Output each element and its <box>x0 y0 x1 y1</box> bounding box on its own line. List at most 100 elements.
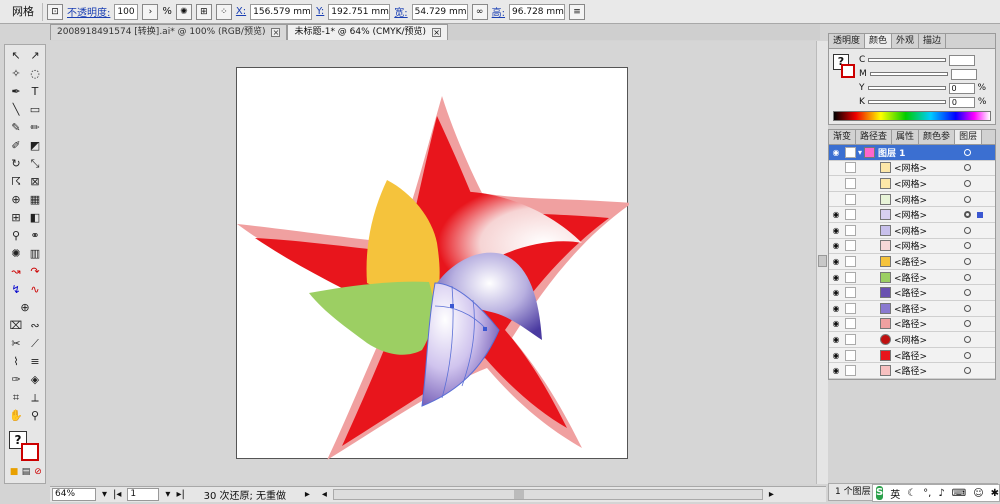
color-spectrum[interactable] <box>833 111 991 121</box>
align-icon[interactable]: ⊞ <box>195 3 212 20</box>
target-icon[interactable] <box>964 148 971 156</box>
layer-item[interactable]: ◉ <路径> <box>829 363 995 379</box>
eye-icon[interactable]: ◉ <box>829 304 843 313</box>
hand-tool-icon[interactable]: ✋ <box>7 408 25 423</box>
lock-toggle[interactable] <box>845 193 856 205</box>
zoom-select[interactable]: 64% <box>52 488 96 501</box>
width-tool-icon[interactable]: ↯ <box>7 282 25 297</box>
scroll-right-icon[interactable]: ▸ <box>769 489 774 500</box>
channel-slider[interactable] <box>867 86 946 90</box>
direct-selection-tool-icon[interactable]: ↗ <box>26 48 44 63</box>
first-page-icon[interactable]: |◂ <box>113 489 121 500</box>
target-icon[interactable] <box>964 367 971 375</box>
none-mode-icon[interactable]: ⊘ <box>29 465 47 480</box>
target-icon[interactable] <box>964 242 971 250</box>
live-paint-selection-tool-icon[interactable]: ◈ <box>26 372 44 387</box>
page-input[interactable]: 1 <box>127 488 160 501</box>
ime-logo-icon[interactable]: S <box>876 486 884 500</box>
target-icon[interactable] <box>964 335 971 343</box>
artboard[interactable] <box>236 67 632 460</box>
layer-item[interactable]: ◉ <网格> <box>829 207 995 223</box>
punctuation-icon[interactable]: °, <box>923 488 931 499</box>
channel-slider[interactable] <box>867 100 946 104</box>
pencil-tool-icon[interactable]: ✏ <box>26 120 44 135</box>
lock-toggle[interactable] <box>845 224 856 236</box>
reference-point-icon[interactable]: ⁘ <box>215 3 232 20</box>
ime-lang[interactable]: 英 <box>890 486 900 501</box>
curve-tool-icon[interactable]: ↷ <box>26 264 44 279</box>
tab-appearance[interactable]: 外观 <box>892 34 920 48</box>
eye-icon[interactable]: ◉ <box>829 319 843 328</box>
chevron-down-icon[interactable]: ▾ <box>165 489 170 500</box>
target-icon[interactable] <box>964 179 971 187</box>
blend-tool-icon[interactable]: ⚭ <box>26 228 44 243</box>
chevron-down-icon[interactable]: ▾ <box>858 148 862 157</box>
tab-color[interactable]: 颜色 <box>865 34 893 48</box>
opacity-input[interactable]: 100 <box>114 3 139 20</box>
eye-icon[interactable]: ◉ <box>829 210 843 219</box>
opacity-label[interactable]: 不透明度: <box>67 4 110 19</box>
type-tool-icon[interactable]: T <box>26 84 44 99</box>
height-input[interactable]: 96.728 mm <box>509 3 566 20</box>
zoom-tool-icon[interactable]: ⚲ <box>26 408 44 423</box>
lock-toggle[interactable] <box>845 365 856 377</box>
channel-input[interactable] <box>949 54 976 66</box>
close-icon[interactable]: × <box>271 28 281 37</box>
reshape-tool-icon[interactable]: ∿ <box>26 282 44 297</box>
layer-item[interactable]: ◉ <路径> <box>829 285 995 301</box>
stroke-swatch[interactable] <box>21 443 39 461</box>
target-icon[interactable] <box>964 195 971 203</box>
last-page-icon[interactable]: ▸| <box>176 489 184 500</box>
layer-item[interactable]: ◉ <路径> <box>829 348 995 364</box>
rotate-tool-icon[interactable]: ↻ <box>7 156 25 171</box>
eraser-tool-icon[interactable]: ◩ <box>26 138 44 153</box>
lock-toggle[interactable] <box>845 271 856 283</box>
moon-icon[interactable]: ☾ <box>907 488 916 499</box>
grid-options-icon[interactable]: ⊡ <box>47 3 63 20</box>
channel-input[interactable] <box>950 68 977 80</box>
layer-item[interactable]: ◉ <路径> <box>829 301 995 317</box>
tab-layers[interactable]: 图层 <box>955 130 983 144</box>
layer-item[interactable]: <网格> <box>829 161 995 177</box>
settings-icon[interactable]: ✱ <box>991 488 999 499</box>
target-icon[interactable] <box>964 273 971 281</box>
blob-brush-tool-icon[interactable]: ✐ <box>7 138 25 153</box>
width-input[interactable]: 54.729 mm <box>411 3 468 20</box>
channel-input[interactable]: 0 <box>948 82 975 94</box>
tab-stroke[interactable]: 描边 <box>919 34 947 48</box>
channel-input[interactable]: 0 <box>948 96 975 108</box>
user-icon[interactable]: ☺ <box>973 488 983 499</box>
canvas-area[interactable] <box>50 41 816 484</box>
scroll-thumb[interactable] <box>818 255 827 267</box>
layer-item[interactable]: ◉ <路径> <box>829 317 995 333</box>
lock-toggle[interactable] <box>845 302 856 314</box>
target-icon[interactable] <box>964 257 971 265</box>
lasso-tool-icon[interactable]: ◌ <box>26 66 44 81</box>
eye-icon[interactable]: ◉ <box>829 148 843 157</box>
rectangle-tool-icon[interactable]: ▭ <box>26 102 44 117</box>
scale-tool-icon[interactable]: ⤡ <box>26 156 44 171</box>
shape-builder-tool-icon[interactable]: ⊕ <box>7 192 25 207</box>
lock-toggle[interactable] <box>845 240 856 252</box>
x-label[interactable]: X: <box>236 6 246 17</box>
mesh-tool-icon[interactable]: ⊞ <box>7 210 25 225</box>
tab-attributes[interactable]: 属性 <box>892 130 920 144</box>
tab-doc-1[interactable]: 20089184915​74 [转换].ai* @ 100% (RGB/预览) … <box>50 24 288 40</box>
lock-toggle[interactable] <box>845 333 856 345</box>
y-input[interactable]: 192.751 mm <box>328 3 391 20</box>
target-icon[interactable] <box>964 304 971 312</box>
chevron-right-icon[interactable]: › <box>142 3 159 20</box>
eye-icon[interactable]: ◉ <box>829 273 843 282</box>
join-tool-icon[interactable]: ≡ <box>26 354 44 369</box>
scroll-left-icon[interactable]: ◂ <box>322 489 327 500</box>
lock-toggle[interactable] <box>845 177 856 189</box>
anchor-tool-icon[interactable]: ↝ <box>7 264 25 279</box>
layer-item[interactable]: <网格> <box>829 192 995 208</box>
lock-toggle[interactable] <box>845 287 856 299</box>
line-tool-icon[interactable]: ╲ <box>7 102 25 117</box>
status-menu-icon[interactable]: ▸ <box>305 489 310 500</box>
tab-color-guide[interactable]: 颜色参 <box>919 130 956 144</box>
link-icon[interactable]: ∞ <box>471 3 488 20</box>
target-icon[interactable] <box>964 320 971 328</box>
eye-icon[interactable]: ◉ <box>829 288 843 297</box>
